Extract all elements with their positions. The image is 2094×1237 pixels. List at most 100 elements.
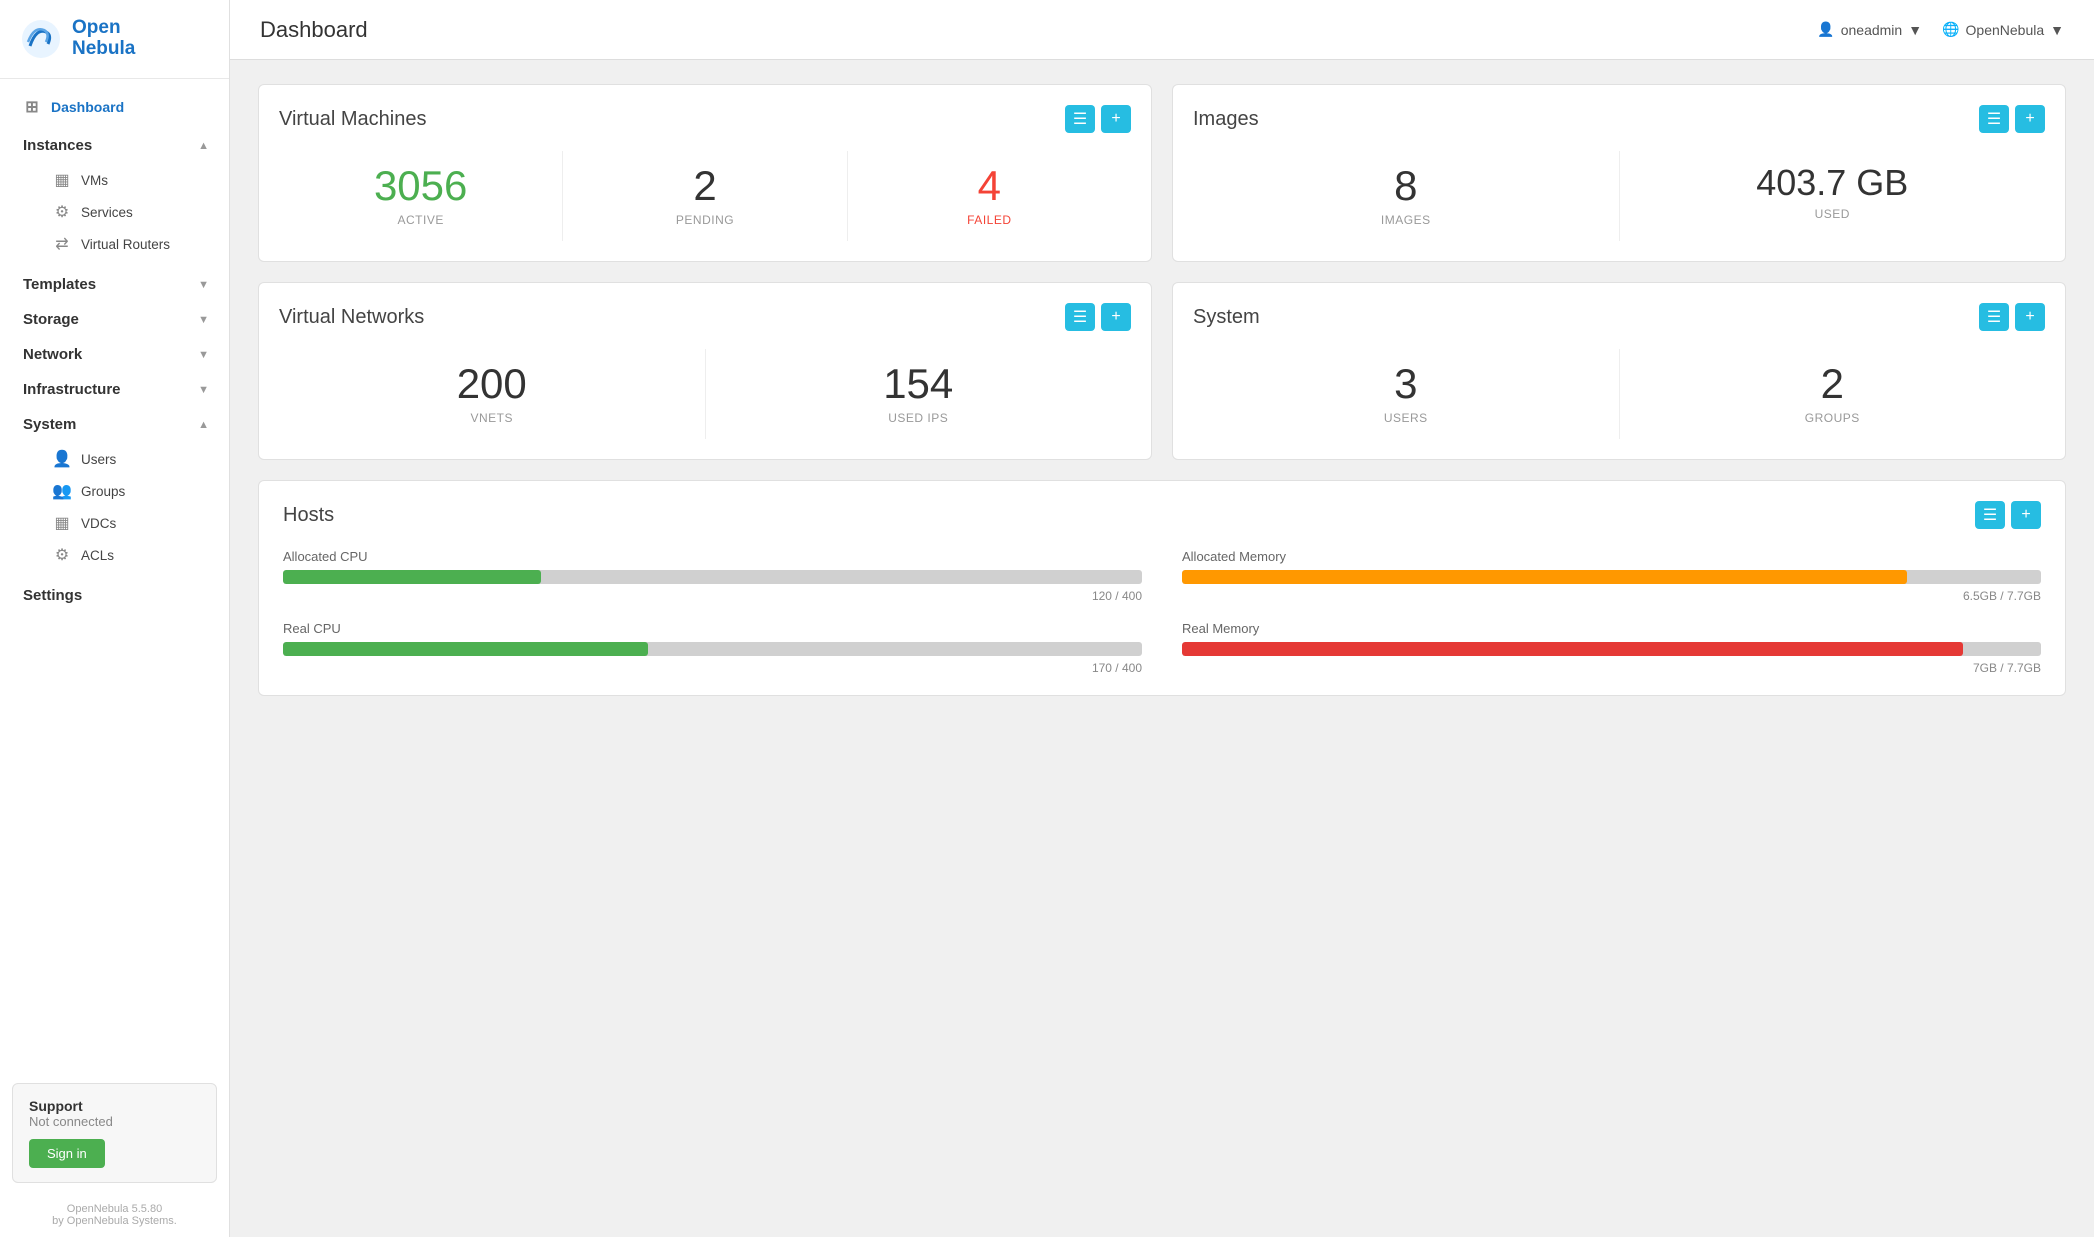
- allocated-memory-section: Allocated Memory 6.5GB / 7.7GB: [1182, 549, 2041, 603]
- vdcs-label: VDCs: [81, 516, 116, 531]
- sidebar-section-instances[interactable]: Instances ▲: [0, 125, 229, 160]
- system-card-title: System: [1193, 306, 1260, 329]
- app-version: OpenNebula 5.5.80: [10, 1203, 219, 1215]
- services-label: Services: [81, 205, 133, 220]
- images-count-label: IMAGES: [1203, 213, 1609, 227]
- images-card-actions: ☰ +: [1979, 105, 2045, 133]
- system-groups-label: GROUPS: [1630, 411, 2036, 425]
- used-ips-label: USED IPs: [716, 411, 1122, 425]
- system-stats: 3 USERS 2 GROUPS: [1193, 349, 2045, 439]
- nebula-chevron: ▼: [2050, 22, 2064, 38]
- vm-failed-label: FAILED: [858, 213, 1121, 227]
- sidebar-section-templates[interactable]: Templates ▼: [0, 264, 229, 299]
- sidebar-item-users[interactable]: 👤 Users: [20, 443, 229, 475]
- system-add-button[interactable]: +: [2015, 303, 2045, 331]
- system-groups-value: 2: [1630, 363, 2036, 405]
- vnet-card-header: Virtual Networks ☰ +: [279, 303, 1131, 331]
- infrastructure-label: Infrastructure: [23, 381, 121, 398]
- instances-submenu: ▦ VMs ⚙ Services ⇄ Virtual Routers: [0, 160, 229, 264]
- real-cpu-track: [283, 642, 1142, 656]
- instances-chevron: ▲: [198, 140, 209, 152]
- vnet-stats: 200 VNETS 154 USED IPs: [279, 349, 1131, 439]
- vnet-list-button[interactable]: ☰: [1065, 303, 1095, 331]
- vm-stats: 3056 ACTIVE 2 PENDING 4 FAILED: [279, 151, 1131, 241]
- vnets-count-label: VNETS: [289, 411, 695, 425]
- sidebar-item-services[interactable]: ⚙ Services: [20, 196, 229, 228]
- images-add-button[interactable]: +: [2015, 105, 2045, 133]
- sidebar-section-storage[interactable]: Storage ▼: [0, 299, 229, 334]
- images-card-header: Images ☰ +: [1193, 105, 2045, 133]
- logo-text-line2: Nebula: [72, 39, 135, 60]
- user-menu[interactable]: 👤 oneadmin ▼: [1817, 21, 1922, 38]
- app-by: by OpenNebula Systems.: [10, 1215, 219, 1227]
- sidebar-section-infrastructure[interactable]: Infrastructure ▼: [0, 369, 229, 404]
- vm-card-actions: ☰ +: [1065, 105, 1131, 133]
- vms-icon: ▦: [53, 171, 71, 189]
- sidebar-item-virtual-routers[interactable]: ⇄ Virtual Routers: [20, 228, 229, 260]
- images-list-button[interactable]: ☰: [1979, 105, 2009, 133]
- vm-add-button[interactable]: +: [1101, 105, 1131, 133]
- vm-card-title: Virtual Machines: [279, 108, 426, 131]
- user-icon: 👤: [1817, 21, 1834, 38]
- vm-list-button[interactable]: ☰: [1065, 105, 1095, 133]
- dashboard-content: Virtual Machines ☰ + 3056 ACTIVE 2 PENDI…: [230, 60, 2094, 720]
- infrastructure-chevron: ▼: [198, 384, 209, 396]
- sidebar-section-system[interactable]: System ▲: [0, 404, 229, 439]
- system-users-stat: 3 USERS: [1193, 349, 1620, 439]
- images-stats: 8 IMAGES 403.7 GB USED: [1193, 151, 2045, 241]
- allocated-cpu-fill: [283, 570, 541, 584]
- vm-active-label: ACTIVE: [289, 213, 552, 227]
- sidebar-section-settings[interactable]: Settings: [0, 575, 229, 610]
- vm-pending-stat: 2 PENDING: [563, 151, 847, 241]
- sidebar-footer: OpenNebula 5.5.80 by OpenNebula Systems.: [0, 1193, 229, 1237]
- sidebar-item-dashboard[interactable]: ⊞ Dashboard: [0, 89, 229, 125]
- images-card: Images ☰ + 8 IMAGES 403.7 GB USED: [1172, 84, 2066, 262]
- sidebar-section-network[interactable]: Network ▼: [0, 334, 229, 369]
- images-card-title: Images: [1193, 108, 1259, 131]
- groups-label: Groups: [81, 484, 125, 499]
- allocated-memory-fill: [1182, 570, 1907, 584]
- system-submenu: 👤 Users 👥 Groups ▦ VDCs ⚙ ACLs: [0, 439, 229, 575]
- images-used-stat: 403.7 GB USED: [1620, 151, 2046, 241]
- system-groups-stat: 2 GROUPS: [1620, 349, 2046, 439]
- templates-chevron: ▼: [198, 279, 209, 291]
- real-memory-label: Real Memory: [1182, 621, 2041, 636]
- hosts-list-button[interactable]: ☰: [1975, 501, 2005, 529]
- sidebar-item-vdcs[interactable]: ▦ VDCs: [20, 507, 229, 539]
- images-count-value: 8: [1203, 165, 1609, 207]
- sidebar-item-vms[interactable]: ▦ VMs: [20, 164, 229, 196]
- real-cpu-value: 170 / 400: [283, 661, 1142, 675]
- page-header: Dashboard 👤 oneadmin ▼ 🌐 OpenNebula ▼: [230, 0, 2094, 60]
- nebula-menu[interactable]: 🌐 OpenNebula ▼: [1942, 21, 2064, 38]
- vdcs-icon: ▦: [53, 514, 71, 532]
- images-used-label: USED: [1630, 207, 2036, 221]
- vnet-add-button[interactable]: +: [1101, 303, 1131, 331]
- support-title: Support: [29, 1098, 200, 1114]
- globe-icon: 🌐: [1942, 21, 1959, 38]
- system-card-actions: ☰ +: [1979, 303, 2045, 331]
- sidebar-item-acls[interactable]: ⚙ ACLs: [20, 539, 229, 571]
- vnets-count-stat: 200 VNETS: [279, 349, 706, 439]
- services-icon: ⚙: [53, 203, 71, 221]
- support-status: Not connected: [29, 1114, 200, 1129]
- vm-card-header: Virtual Machines ☰ +: [279, 105, 1131, 133]
- allocated-cpu-section: Allocated CPU 120 / 400: [283, 549, 1142, 603]
- allocated-memory-label: Allocated Memory: [1182, 549, 2041, 564]
- real-memory-track: [1182, 642, 2041, 656]
- system-users-value: 3: [1203, 363, 1609, 405]
- hosts-card-title: Hosts: [283, 504, 334, 527]
- header-actions: 👤 oneadmin ▼ 🌐 OpenNebula ▼: [1817, 21, 2064, 38]
- acls-label: ACLs: [81, 548, 114, 563]
- system-label: System: [23, 416, 76, 433]
- system-card-header: System ☰ +: [1193, 303, 2045, 331]
- allocated-memory-value: 6.5GB / 7.7GB: [1182, 589, 2041, 603]
- groups-icon: 👥: [53, 482, 71, 500]
- sign-in-button[interactable]: Sign in: [29, 1139, 105, 1168]
- hosts-add-button[interactable]: +: [2011, 501, 2041, 529]
- used-ips-stat: 154 USED IPs: [706, 349, 1132, 439]
- sidebar-item-groups[interactable]: 👥 Groups: [20, 475, 229, 507]
- allocated-memory-track: [1182, 570, 2041, 584]
- vm-failed-value: 4: [858, 165, 1121, 207]
- vms-label: VMs: [81, 173, 108, 188]
- system-list-button[interactable]: ☰: [1979, 303, 2009, 331]
